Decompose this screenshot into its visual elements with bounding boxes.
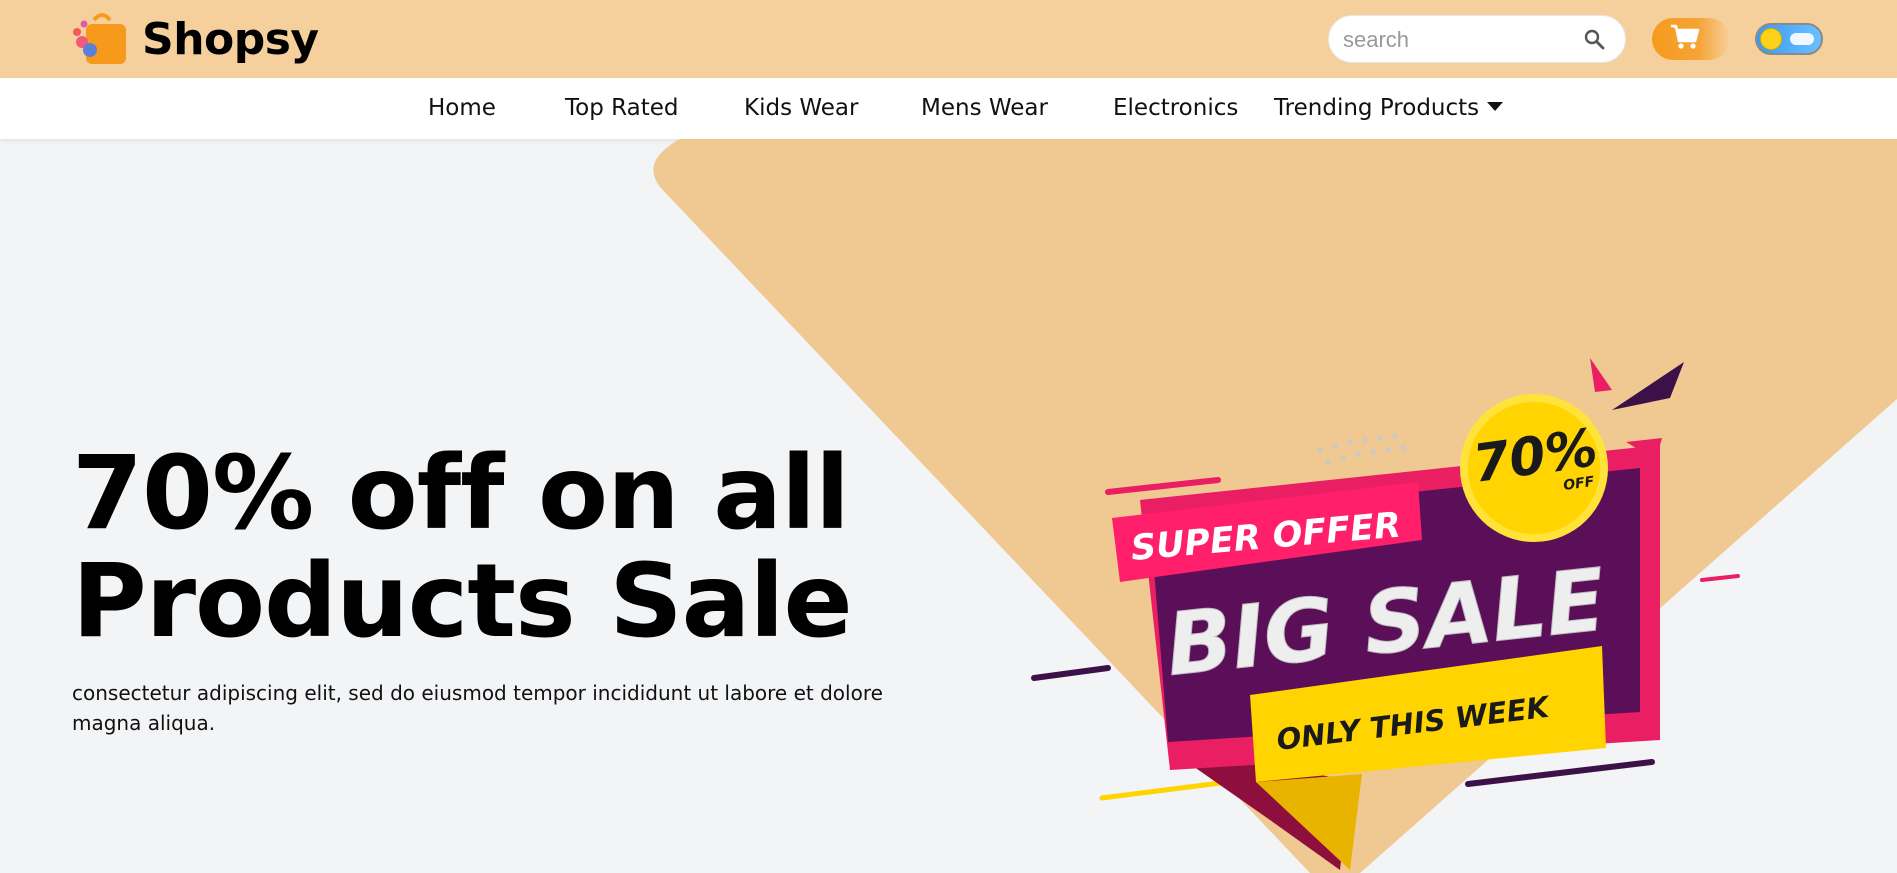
caret-down-icon [1487, 102, 1504, 111]
sun-icon [1760, 28, 1782, 50]
nav-dropdown-trending[interactable]: Trending Products [1274, 95, 1504, 121]
accent-line [1465, 759, 1655, 787]
sale-banner-graphic: SUPER OFFER BIG SALE ONLY THIS WEEK 70% … [1031, 358, 1740, 870]
hero-title-line-1: 70% off on all [72, 434, 850, 553]
accent-line [1700, 574, 1740, 582]
search-icon[interactable] [1583, 28, 1607, 52]
hero-title-line-2: Products Sale [72, 542, 853, 661]
confetti-shape [1590, 358, 1612, 392]
cloud-icon [1790, 33, 1814, 45]
hero-description: consectetur adipiscing elit, sed do eius… [72, 681, 883, 735]
nav-item-electronics[interactable]: Electronics [1113, 95, 1238, 121]
nav-item-home[interactable]: Home [428, 95, 496, 121]
accent-line [1105, 477, 1221, 495]
hero-title: 70% off on all Products Sale [72, 434, 853, 661]
shopping-bag-icon [72, 12, 130, 66]
banner-fold [1256, 774, 1362, 870]
search-box [1328, 15, 1626, 63]
main-nav: Home Top Rated Kids Wear Mens Wear Elect… [0, 78, 1897, 139]
cart-button[interactable] [1652, 18, 1730, 60]
top-header: Shopsy [0, 0, 1897, 78]
cart-icon [1670, 24, 1700, 55]
nav-dropdown-label: Trending Products [1274, 95, 1480, 121]
accent-line [1099, 779, 1231, 801]
nav-item-kids-wear[interactable]: Kids Wear [744, 95, 858, 121]
brand-name: Shopsy [142, 13, 319, 65]
nav-item-mens-wear[interactable]: Mens Wear [921, 95, 1048, 121]
nav-item-top-rated[interactable]: Top Rated [565, 95, 678, 121]
halftone-dots [1317, 433, 1406, 465]
theme-toggle[interactable] [1755, 23, 1823, 55]
accent-line [1031, 665, 1111, 681]
logo[interactable]: Shopsy [72, 12, 319, 66]
confetti-shape [1612, 362, 1684, 410]
search-input[interactable] [1343, 24, 1573, 56]
